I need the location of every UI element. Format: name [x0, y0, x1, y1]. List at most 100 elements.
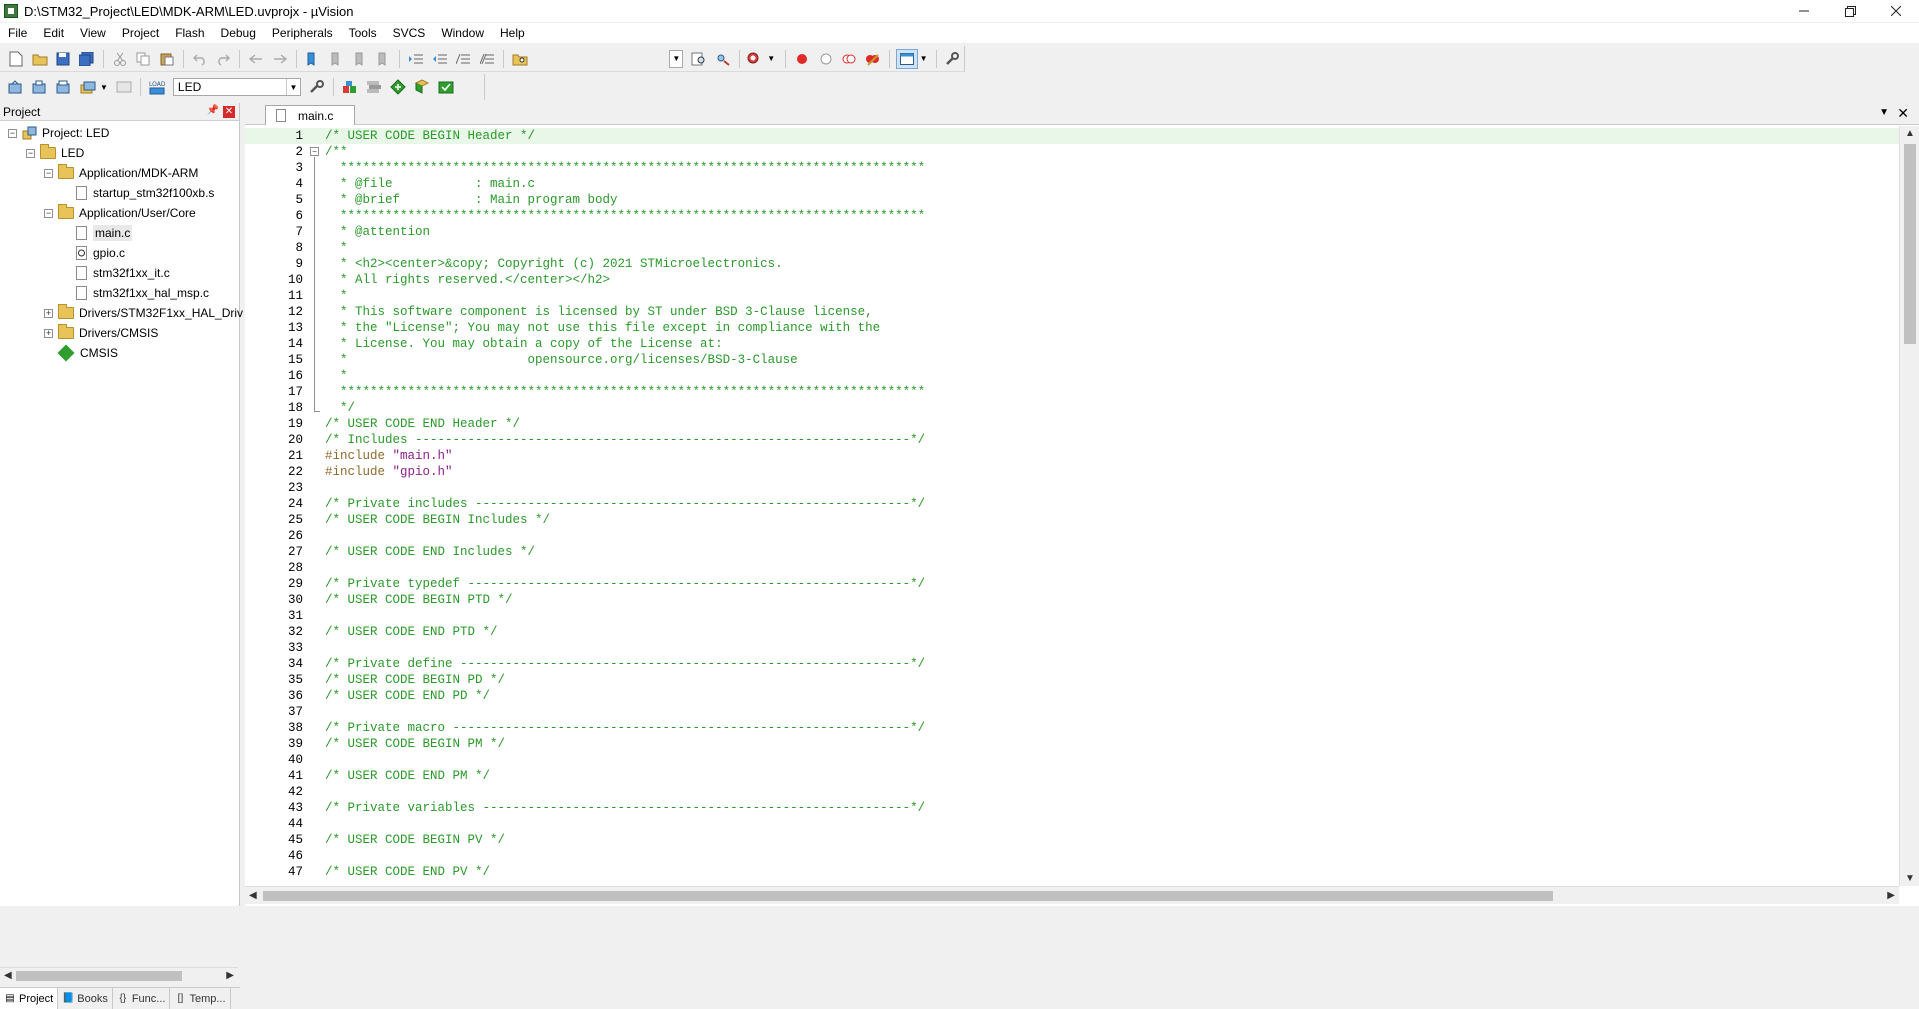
open-folder-icon[interactable] [30, 49, 50, 69]
code-line[interactable]: 14 * License. You may obtain a copy of t… [245, 336, 1899, 352]
code-line[interactable]: 41 /* USER CODE END PM */ [245, 768, 1899, 784]
bookmark-prev-icon[interactable] [326, 49, 346, 69]
code-line[interactable]: 22 #include "gpio.h" [245, 464, 1899, 480]
editor-horizontal-scrollbar[interactable]: ◀ ▶ [245, 886, 1899, 904]
find-in-files-icon[interactable] [510, 49, 530, 69]
close-button[interactable] [1873, 0, 1919, 22]
code-line[interactable]: 20 /* Includes --------------------------… [245, 432, 1899, 448]
scroll-left-icon[interactable]: ◀ [249, 890, 257, 901]
bookmark-next-icon[interactable] [350, 49, 370, 69]
menu-debug[interactable]: Debug [213, 23, 264, 43]
collapse-icon[interactable]: − [44, 208, 53, 218]
code-line[interactable]: 34 /* Private define --------------------… [245, 656, 1899, 672]
pack-installer-icon[interactable] [436, 77, 456, 97]
insert-breakpoint-icon[interactable] [792, 49, 812, 69]
select-packs-icon[interactable] [388, 77, 408, 97]
incremental-find-icon[interactable] [713, 49, 733, 69]
debug-session-icon[interactable] [746, 49, 766, 69]
kill-all-breakpoints-icon[interactable] [863, 49, 883, 69]
tree-item[interactable]: + Drivers/STM32F1xx_HAL_Driv [44, 303, 243, 323]
tree-item[interactable]: − Project: LED [8, 123, 109, 143]
menu-window[interactable]: Window [433, 23, 492, 43]
minimize-button[interactable] [1781, 0, 1827, 22]
bookmark-clear-icon[interactable] [374, 49, 394, 69]
menu-view[interactable]: View [72, 23, 114, 43]
scroll-thumb[interactable] [263, 891, 1553, 901]
comment-selection-icon[interactable] [454, 49, 474, 69]
undo-icon[interactable] [190, 49, 210, 69]
code-line[interactable]: 36 /* USER CODE END PD */ [245, 688, 1899, 704]
expand-icon[interactable]: + [44, 308, 53, 318]
panel-tab-project[interactable]: ▤ Project [0, 988, 59, 1009]
translate-icon[interactable] [6, 77, 26, 97]
code-line[interactable]: 28 [245, 560, 1899, 576]
code-line[interactable]: 47 /* USER CODE END PV */ [245, 864, 1899, 880]
tree-item[interactable]: stm32f1xx_hal_msp.c [62, 283, 209, 303]
code-line[interactable]: 9 * <h2><center>&copy; Copyright (c) 202… [245, 256, 1899, 272]
scroll-down-icon[interactable]: ▼ [1905, 873, 1915, 884]
tree-item[interactable]: main.c [62, 223, 133, 243]
code-line[interactable]: 26 [245, 528, 1899, 544]
project-horizontal-scrollbar[interactable]: ◀ ▶ [0, 967, 238, 983]
code-line[interactable]: 12 * This software component is licensed… [245, 304, 1899, 320]
code-line[interactable]: 11 * [245, 288, 1899, 304]
code-line[interactable]: 8 * [245, 240, 1899, 256]
redo-icon[interactable] [213, 49, 233, 69]
menu-project[interactable]: Project [114, 23, 167, 43]
code-line[interactable]: 37 [245, 704, 1899, 720]
build-icon[interactable] [30, 77, 50, 97]
find-icon[interactable] [689, 49, 709, 69]
tree-item[interactable]: startup_stm32f100xb.s [62, 183, 214, 203]
cut-icon[interactable] [110, 49, 130, 69]
paste-icon[interactable] [157, 49, 177, 69]
rebuild-icon[interactable] [54, 77, 74, 97]
code-line[interactable]: 39 /* USER CODE BEGIN PM */ [245, 736, 1899, 752]
code-line[interactable]: 13 * the "License"; You may not use this… [245, 320, 1899, 336]
menu-file[interactable]: File [0, 23, 35, 43]
restore-button[interactable] [1827, 0, 1873, 22]
code-line[interactable]: 35 /* USER CODE BEGIN PD */ [245, 672, 1899, 688]
save-icon[interactable] [53, 49, 73, 69]
code-line[interactable]: 45 /* USER CODE BEGIN PV */ [245, 832, 1899, 848]
menu-help[interactable]: Help [492, 23, 533, 43]
code-line[interactable]: 44 [245, 816, 1899, 832]
code-line[interactable]: 19 /* USER CODE END Header */ [245, 416, 1899, 432]
menu-svcs[interactable]: SVCS [385, 23, 434, 43]
code-line[interactable]: 10 * All rights reserved.</center></h2> [245, 272, 1899, 288]
tree-item[interactable]: gpio.c [62, 243, 125, 263]
code-line[interactable]: 1 /* USER CODE BEGIN Header */ [245, 128, 1899, 144]
enable-breakpoint-icon[interactable] [816, 49, 836, 69]
code-line[interactable]: 29 /* Private typedef -------------------… [245, 576, 1899, 592]
code-line[interactable]: 4 * @file : main.c [245, 176, 1899, 192]
tree-item[interactable]: stm32f1xx_it.c [62, 263, 170, 283]
close-panel-icon[interactable]: ✕ [223, 106, 235, 118]
tree-item[interactable]: − LED [26, 143, 84, 163]
close-tab-icon[interactable]: ✕ [1897, 105, 1909, 122]
collapse-icon[interactable]: − [26, 148, 35, 158]
code-line[interactable]: 24 /* Private includes ------------------… [245, 496, 1899, 512]
navigate-forward-icon[interactable] [270, 49, 290, 69]
code-line[interactable]: 43 /* Private variables -----------------… [245, 800, 1899, 816]
scroll-thumb[interactable] [1904, 144, 1916, 344]
code-line[interactable]: 23 [245, 480, 1899, 496]
tree-item[interactable]: + Drivers/CMSIS [44, 323, 158, 343]
fold-collapse-icon[interactable]: − [310, 147, 319, 156]
scroll-up-icon[interactable]: ▲ [1905, 128, 1915, 139]
panel-tab-func[interactable]: {} Func... [113, 988, 171, 1009]
code-line[interactable]: 6 **************************************… [245, 208, 1899, 224]
configure-icon[interactable] [943, 49, 963, 69]
code-line[interactable]: 40 [245, 752, 1899, 768]
scroll-thumb[interactable] [16, 971, 182, 981]
unindent-icon[interactable] [430, 49, 450, 69]
expand-icon[interactable]: + [44, 328, 53, 338]
menu-tools[interactable]: Tools [341, 23, 385, 43]
download-icon[interactable]: LOAD [147, 77, 167, 97]
panel-tab-books[interactable]: 📘 Books [58, 988, 113, 1009]
code-line[interactable]: 33 [245, 640, 1899, 656]
debug-dropdown-arrow[interactable]: ▼ [767, 54, 775, 63]
editor-tab-main-c[interactable]: main.c [265, 105, 355, 125]
new-file-icon[interactable] [6, 49, 26, 69]
panel-tab-temp[interactable]: [] Temp... [170, 988, 231, 1009]
menu-edit[interactable]: Edit [35, 23, 72, 43]
code-line[interactable]: 5 * @brief : Main program body [245, 192, 1899, 208]
